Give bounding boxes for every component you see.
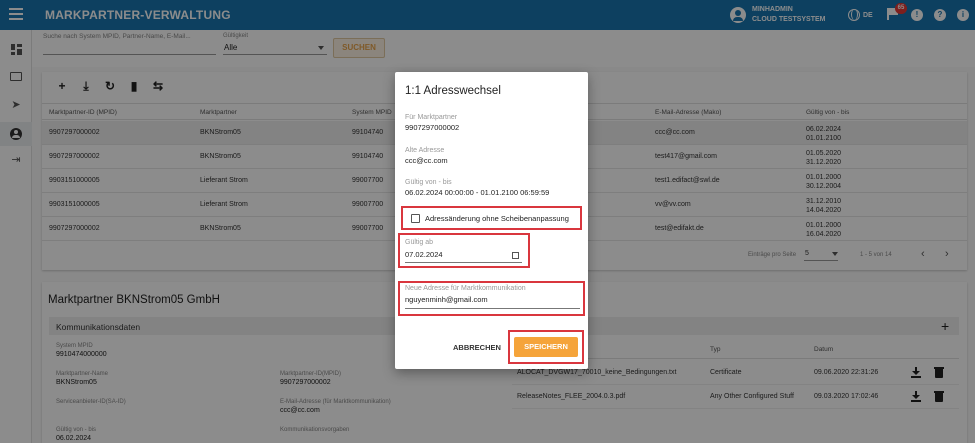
field-label: Gültig ab [405,239,434,246]
address-change-dialog: 1:1 Adresswechsel Für Marktpartner 99072… [395,72,588,369]
field-value: 06.02.2024 00:00:00 - 01.01.2100 06:59:5… [405,188,550,197]
field-label: Neue Adresse für Marktkommunikation [405,285,526,292]
dialog-field-old-address: Alte Adresse ccc@cc.com [405,147,448,165]
field-label: Für Marktpartner [405,114,458,121]
cancel-button[interactable]: ABBRECHEN [453,343,501,352]
valid-from-field[interactable]: Gültig ab 07.02.2024 [405,239,522,263]
field-underline [405,308,580,309]
calendar-icon[interactable] [512,252,519,259]
field-value: 9907297000002 [405,123,460,132]
valid-from-input[interactable]: 07.02.2024 [405,250,522,259]
field-label: Alte Adresse [405,147,445,154]
field-underline [405,262,522,263]
no-adjustment-checkbox-row[interactable]: Adressänderung ohne Scheibenanpassung [411,214,569,223]
dialog-title: 1:1 Adresswechsel [405,85,501,97]
new-address-input[interactable]: nguyenminh@gmail.com [405,295,580,304]
no-adjustment-checkbox[interactable] [411,214,420,223]
new-address-field[interactable]: Neue Adresse für Marktkommunikation nguy… [405,285,580,309]
field-label: Gültig von - bis [405,179,452,186]
save-button[interactable]: SPEICHERN [514,337,578,357]
dialog-field-valid: Gültig von - bis 06.02.2024 00:00:00 - 0… [405,179,549,197]
checkbox-label: Adressänderung ohne Scheibenanpassung [425,214,569,223]
dialog-field-partner: Für Marktpartner 9907297000002 [405,114,459,132]
field-value: ccc@cc.com [405,156,448,165]
